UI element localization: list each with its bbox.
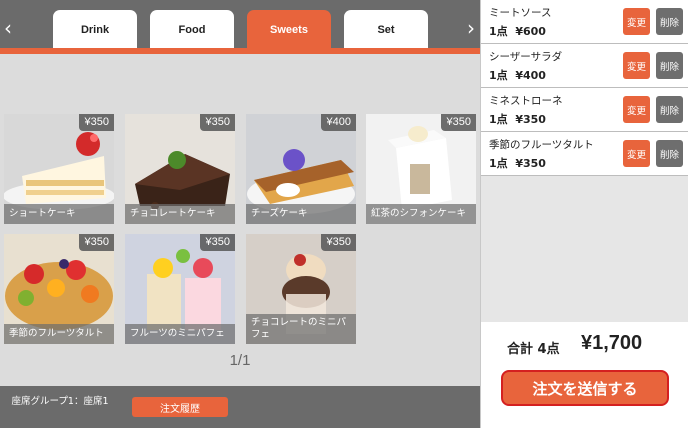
order-item: ミネストローネ 1点 ¥350 変更 削除 — [481, 88, 688, 132]
price-badge: ¥350 — [78, 234, 114, 251]
delete-button[interactable]: 削除 — [656, 8, 683, 35]
chevron-left-icon[interactable]: ‹ — [4, 18, 12, 38]
tab-set[interactable]: Set — [344, 10, 428, 50]
order-item: 季節のフルーツタルト 1点 ¥350 変更 削除 — [481, 132, 688, 176]
tab-sweets[interactable]: Sweets — [247, 10, 331, 50]
order-item-name: ミネストローネ — [489, 95, 563, 107]
seat-label: 座席グループ1：座席1 — [11, 396, 109, 407]
order-totals: 合計 4点 ¥1,700 注文を送信する — [481, 322, 688, 428]
product-card-chocolate-mini-parfait[interactable]: ¥350 チョコレートのミニパフェ — [246, 234, 356, 344]
price-badge: ¥350 — [320, 234, 356, 251]
product-name: フルーツのミニパフェ — [125, 324, 235, 344]
product-name: 季節のフルーツタルト — [4, 324, 114, 344]
product-name: チョコレートケーキ — [125, 204, 235, 224]
order-item-qty-price: 1点 ¥600 — [489, 25, 546, 38]
order-item: シーザーサラダ 1点 ¥400 変更 削除 — [481, 44, 688, 88]
tab-drink[interactable]: Drink — [53, 10, 137, 50]
send-order-button[interactable]: 注文を送信する — [501, 370, 669, 406]
footer-bar: 座席グループ1：座席1 注文履歴 — [0, 386, 480, 428]
product-card-shortcake[interactable]: ¥350 ショートケーキ — [4, 114, 114, 224]
menu-pane: ‹ Drink Food Sweets Set › ¥350 ショートケーキ ¥… — [0, 0, 480, 428]
edit-button[interactable]: 変更 — [623, 140, 650, 167]
price-badge: ¥350 — [78, 114, 114, 131]
delete-button[interactable]: 削除 — [656, 96, 683, 123]
category-tab-bar: ‹ Drink Food Sweets Set › — [0, 0, 480, 54]
product-card-tea-chiffon[interactable]: ¥350 紅茶のシフォンケーキ — [366, 114, 476, 224]
chevron-right-icon[interactable]: › — [467, 18, 475, 38]
edit-button[interactable]: 変更 — [623, 96, 650, 123]
product-name: チーズケーキ — [246, 204, 356, 224]
order-pane: ミートソース 1点 ¥600 変更 削除 シーザーサラダ 1点 ¥400 変更 … — [480, 0, 688, 428]
delete-button[interactable]: 削除 — [656, 52, 683, 79]
order-item-name: 季節のフルーツタルト — [489, 139, 594, 151]
tab-food[interactable]: Food — [150, 10, 234, 50]
price-badge: ¥350 — [440, 114, 476, 131]
order-item-name: シーザーサラダ — [489, 51, 563, 63]
delete-button[interactable]: 削除 — [656, 140, 683, 167]
edit-button[interactable]: 変更 — [623, 52, 650, 79]
total-count-label: 合計 4点 — [507, 342, 560, 357]
product-name: チョコレートのミニパフェ — [246, 314, 356, 344]
product-card-fruit-tart[interactable]: ¥350 季節のフルーツタルト — [4, 234, 114, 344]
order-history-button[interactable]: 注文履歴 — [132, 397, 228, 417]
order-item-name: ミートソース — [489, 7, 552, 19]
product-name: 紅茶のシフォンケーキ — [366, 204, 476, 224]
price-badge: ¥350 — [199, 234, 235, 251]
price-badge: ¥400 — [320, 114, 356, 131]
page-indicator: 1/1 — [229, 352, 251, 369]
order-item-qty-price: 1点 ¥400 — [489, 69, 546, 82]
tab-underline — [0, 48, 480, 54]
product-card-fruit-mini-parfait[interactable]: ¥350 フルーツのミニパフェ — [125, 234, 235, 344]
product-name: ショートケーキ — [4, 204, 114, 224]
product-card-cheesecake[interactable]: ¥400 チーズケーキ — [246, 114, 356, 224]
product-card-chocolate-cake[interactable]: ¥350 チョコレートケーキ — [125, 114, 235, 224]
edit-button[interactable]: 変更 — [623, 8, 650, 35]
order-item-qty-price: 1点 ¥350 — [489, 157, 546, 170]
order-item-qty-price: 1点 ¥350 — [489, 113, 546, 126]
total-amount: ¥1,700 — [581, 332, 643, 354]
price-badge: ¥350 — [199, 114, 235, 131]
order-item: ミートソース 1点 ¥600 変更 削除 — [481, 0, 688, 44]
